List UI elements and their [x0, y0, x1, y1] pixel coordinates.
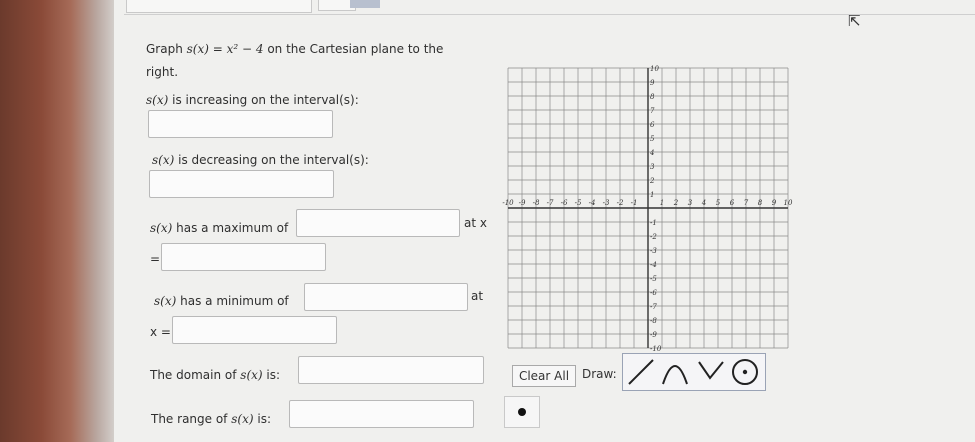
x-tick-label: -9: [519, 199, 526, 207]
maximum-at-label: at x: [464, 216, 487, 230]
decreasing-input[interactable]: [149, 170, 334, 198]
maximum-label: s(x) has a maximum of: [150, 221, 289, 235]
x-tick-label: -5: [575, 199, 582, 207]
cartesian-grid[interactable]: -10 -9 -8 -7 -6 -5 -4 -3 -2 -1 1 2 3 4 5 6 7 8 9 1010987654…: [500, 60, 796, 356]
y-tick-label: 2: [649, 177, 655, 185]
tab-accent: [350, 0, 380, 8]
x-tick-label: -6: [561, 199, 568, 207]
y-tick-label: -9: [650, 331, 657, 339]
parabola-down-icon[interactable]: [695, 356, 727, 388]
x-tick-label: -7: [547, 199, 554, 207]
x-tick-label: 3: [688, 199, 693, 207]
point-tool-button[interactable]: [504, 396, 540, 428]
prompt-line2: right.: [146, 65, 179, 79]
x-tick-label: -3: [603, 199, 610, 207]
y-tick-label: 3: [650, 163, 655, 171]
y-tick-label: -6: [650, 289, 657, 297]
parabola-up-icon[interactable]: [659, 356, 691, 388]
y-tick-label: 4: [649, 149, 654, 157]
domain-label: The domain of s(x) is:: [150, 368, 281, 382]
y-tick-label: 6: [650, 121, 655, 129]
y-tick-label: -3: [650, 247, 657, 255]
monitor-edge: [0, 0, 118, 442]
y-tick-label: -8: [650, 317, 657, 325]
function-expression: s(x) = x² − 4: [186, 42, 264, 56]
x-tick-label: -2: [617, 199, 624, 207]
minimum-x-equals: x =: [150, 325, 171, 339]
prompt-line1: Graph s(x) = x² − 4 on the Cartesian pla…: [146, 42, 444, 56]
x-tick-label: -10: [502, 199, 514, 207]
y-tick-label: 8: [650, 93, 655, 101]
increasing-input[interactable]: [148, 110, 333, 138]
y-tick-label: -7: [650, 303, 657, 311]
y-tick-label: -1: [650, 219, 657, 227]
draw-label: Draw:: [582, 367, 617, 381]
x-tick-label: 10: [784, 199, 793, 207]
range-input[interactable]: [289, 400, 474, 428]
maximum-equals: =: [150, 252, 161, 266]
maximum-x-input[interactable]: [161, 243, 326, 271]
x-tick-label: 9: [772, 199, 777, 207]
x-tick-label: -4: [589, 199, 596, 207]
increasing-label: s(x) is increasing on the interval(s):: [146, 93, 359, 107]
maximum-value-input[interactable]: [296, 209, 460, 237]
minimum-label: s(x) has a minimum of: [154, 294, 289, 308]
x-tick-label: 6: [730, 199, 735, 207]
clear-all-button[interactable]: Clear All: [512, 365, 576, 387]
y-tick-label: -10: [650, 345, 662, 353]
x-tick-label: 7: [744, 199, 749, 207]
x-tick-label: -8: [533, 199, 540, 207]
line-tool-icon[interactable]: [625, 356, 657, 388]
mouse-cursor-icon: ⇱: [848, 12, 861, 30]
x-tick-label: 2: [673, 199, 679, 207]
y-tick-label: 1: [650, 191, 654, 199]
draw-toolbar: [622, 353, 766, 391]
point-circle-icon[interactable]: [729, 356, 761, 388]
range-label: The range of s(x) is:: [151, 412, 271, 426]
x-tick-label: 8: [758, 199, 763, 207]
minimum-value-input[interactable]: [304, 283, 468, 311]
x-tick-label: 1: [660, 199, 664, 207]
y-tick-label: 10: [650, 65, 659, 73]
domain-input[interactable]: [298, 356, 484, 384]
y-tick-label: -2: [650, 233, 657, 241]
decreasing-label: s(x) is decreasing on the interval(s):: [152, 153, 369, 167]
question-tab[interactable]: [126, 0, 312, 13]
y-tick-label: -5: [650, 275, 657, 283]
y-tick-label: 7: [650, 107, 655, 115]
x-tick-label: 4: [701, 199, 706, 207]
y-tick-label: 5: [650, 135, 655, 143]
x-tick-label: -1: [631, 199, 638, 207]
x-tick-label: 5: [716, 199, 721, 207]
y-tick-label: 9: [650, 79, 655, 87]
minimum-x-input[interactable]: [172, 316, 337, 344]
minimum-at-label: at: [471, 289, 484, 303]
point-dot-icon: [518, 408, 526, 416]
y-tick-label: -4: [650, 261, 657, 269]
